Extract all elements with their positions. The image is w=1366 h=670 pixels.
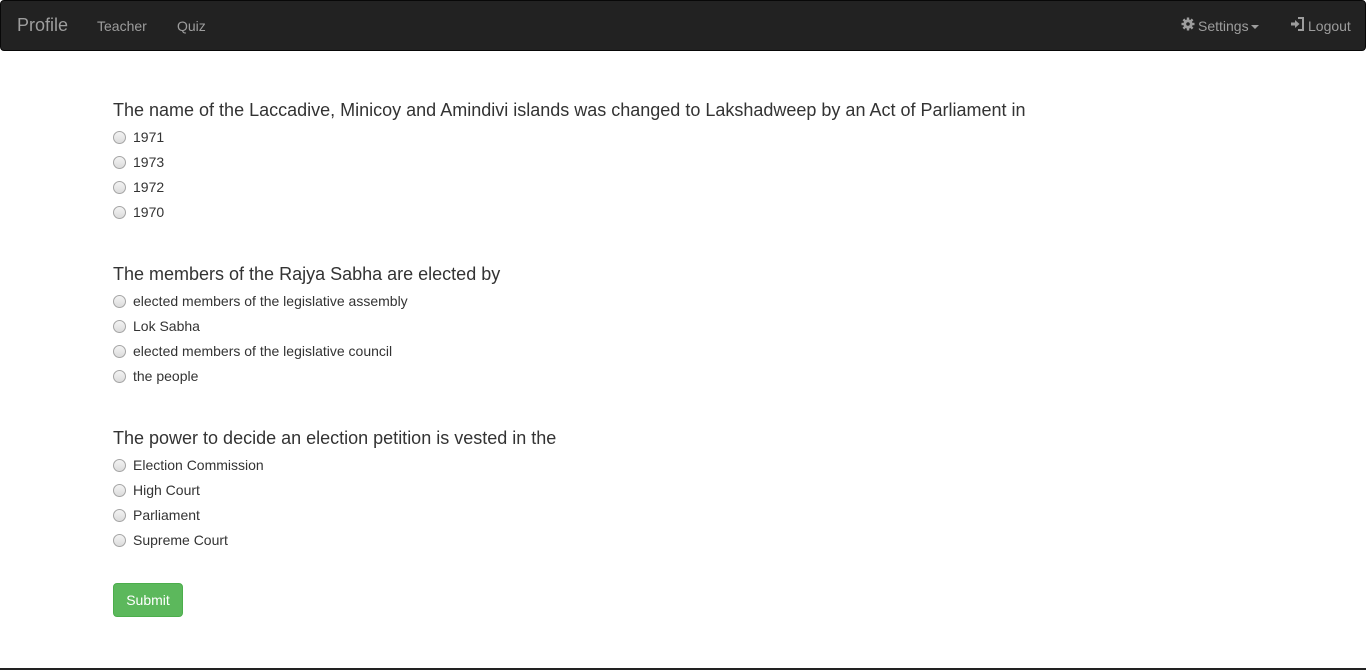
radio-button[interactable] [113,181,126,194]
brand-profile-link[interactable]: Profile [17,15,68,35]
question-3-option[interactable]: Parliament [113,507,1113,532]
question-1-text: The name of the Laccadive, Minicoy and A… [113,100,1026,120]
settings-label: Settings [1198,18,1249,34]
settings-dropdown[interactable]: Settings [1181,17,1259,35]
option-label: Parliament [133,507,200,523]
option-label: the people [133,368,199,384]
radio-button[interactable] [113,320,126,333]
question-2-text: The members of the Rajya Sabha are elect… [113,264,501,284]
option-label: 1970 [133,204,165,220]
question-2-option[interactable]: elected members of the legislative assem… [113,293,1113,318]
radio-button[interactable] [113,484,126,497]
question-3-text: The power to decide an election petition… [113,428,557,448]
question-1: The name of the Laccadive, Minicoy and A… [113,99,1113,229]
radio-button[interactable] [113,534,126,547]
radio-button[interactable] [113,156,126,169]
option-label: Lok Sabha [133,318,200,334]
question-2-option[interactable]: Lok Sabha [113,318,1113,343]
radio-button[interactable] [113,345,126,358]
nav-quiz-link[interactable]: Quiz [177,17,206,35]
option-label: 1971 [133,129,165,145]
option-label: Election Commission [133,457,264,473]
log-in-icon [1291,17,1304,31]
nav-teacher-link[interactable]: Teacher [97,17,147,35]
question-3-option[interactable]: Election Commission [113,457,1113,482]
question-1-option[interactable]: 1973 [113,154,1113,179]
question-3-option[interactable]: High Court [113,482,1113,507]
question-3: The power to decide an election petition… [113,427,1113,557]
submit-button[interactable]: Submit [113,583,183,617]
question-1-option[interactable]: 1971 [113,129,1113,154]
radio-button[interactable] [113,206,126,219]
question-2-option[interactable]: the people [113,368,1113,393]
question-2-option[interactable]: elected members of the legislative counc… [113,343,1113,368]
question-1-option[interactable]: 1972 [113,179,1113,204]
radio-button[interactable] [113,509,126,522]
radio-button[interactable] [113,131,126,144]
radio-button[interactable] [113,295,126,308]
option-label: Supreme Court [133,532,228,548]
option-label: High Court [133,482,200,498]
question-2: The members of the Rajya Sabha are elect… [113,263,1113,393]
radio-button[interactable] [113,459,126,472]
logout-label: Logout [1308,18,1351,34]
option-label: 1972 [133,179,165,195]
top-navbar: Profile Teacher Quiz Settings Logout [0,0,1366,51]
radio-button[interactable] [113,370,126,383]
option-label: elected members of the legislative counc… [133,343,393,359]
gear-icon [1181,17,1195,31]
question-3-option[interactable]: Supreme Court [113,532,1113,557]
question-1-option[interactable]: 1970 [113,204,1113,229]
logout-link[interactable]: Logout [1290,17,1351,35]
option-label: 1973 [133,154,165,170]
option-label: elected members of the legislative assem… [133,293,408,309]
caret-down-icon [1250,25,1259,30]
